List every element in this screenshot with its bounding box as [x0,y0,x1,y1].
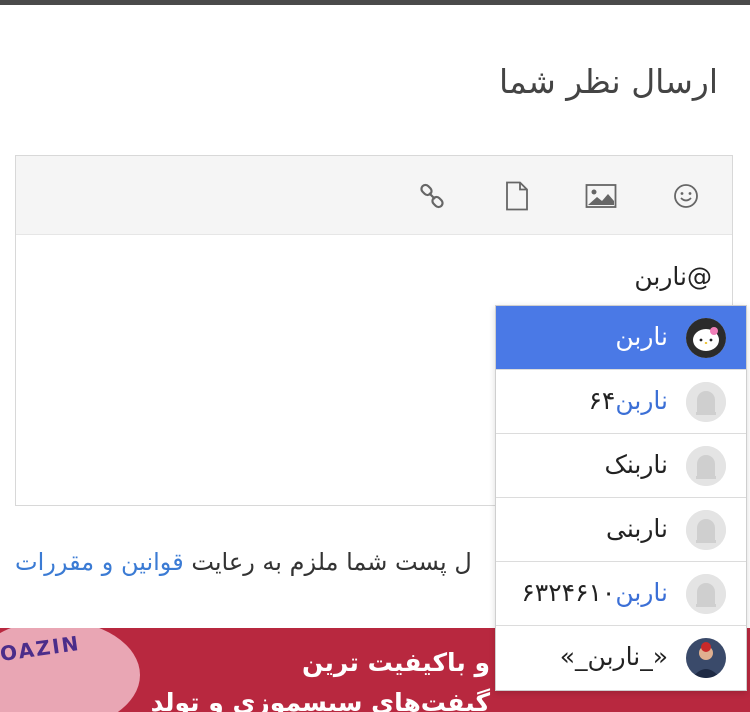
banner-logo: MOAZIN [0,628,140,712]
avatar [686,318,726,358]
mention-name: «_ناربن_» [559,642,668,671]
image-icon[interactable] [583,178,619,214]
link-icon[interactable] [414,178,450,214]
rules-link[interactable]: قوانین و مقررات [15,548,184,576]
top-bar [0,0,750,5]
mention-item[interactable]: ناربن۶۳۲۴۶۱۰ [496,562,746,626]
mention-name: ناربن۶۳۲۴۶۱۰ [521,578,668,607]
mention-item[interactable]: «_ناربن_» [496,626,746,690]
emoji-icon[interactable] [668,178,704,214]
mention-name: ناربنک [604,450,668,479]
mention-name: ناربن۶۴ [588,386,669,415]
mention-item[interactable]: ناربن۶۴ [496,370,746,434]
editor-content[interactable]: @ناربن [634,262,712,291]
mention-name: ناربن [615,322,668,351]
avatar [686,638,726,678]
notice-text: ل پست شما ملزم به رعایت [191,548,472,576]
banner-line2: گیفت‌های سیسموزی و تولد [150,688,490,712]
file-icon[interactable] [499,178,535,214]
rules-notice: ل پست شما ملزم به رعایت قوانین و مقررات [15,548,472,576]
default-avatar-icon [686,574,726,614]
banner-logo-text: MOAZIN [0,630,82,670]
mention-item[interactable]: ناربنک [496,434,746,498]
mention-name: ناربنی [606,514,668,543]
mention-item[interactable]: ناربنی [496,498,746,562]
default-avatar-icon [686,382,726,422]
editor-toolbar [16,156,732,235]
mention-item[interactable]: ناربن [496,306,746,370]
mention-suggestions: ناربن ناربن۶۴ ناربنک ناربنی ناربن۶۳۲۴۶۱۰ [495,305,747,691]
default-avatar-icon [686,446,726,486]
default-avatar-icon [686,510,726,550]
page-title: ارسال نظر شما [498,62,718,101]
banner-line1: و باکیفیت ترین [302,648,490,677]
